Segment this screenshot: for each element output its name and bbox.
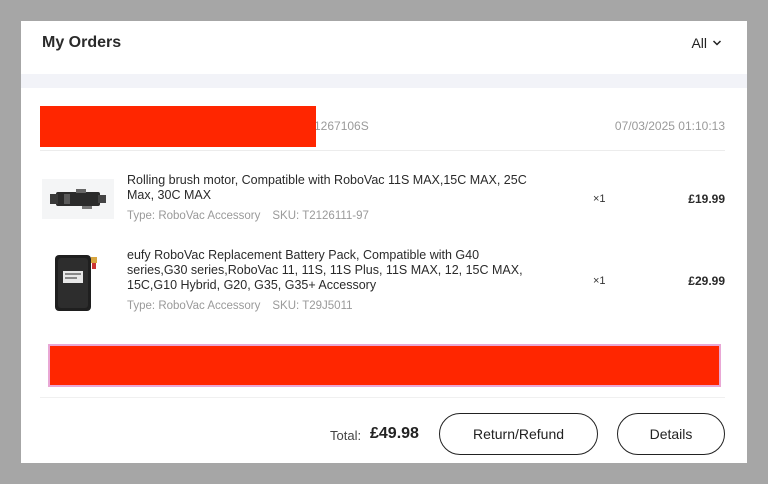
order-date: 07/03/2025 01:10:13 xyxy=(614,119,725,133)
item-name[interactable]: eufy RoboVac Replacement Battery Pack, C… xyxy=(127,248,537,293)
section-divider xyxy=(21,74,747,88)
page-title: My Orders xyxy=(42,34,122,51)
item-quantity: ×1 xyxy=(593,193,606,205)
item-price: £19.99 xyxy=(688,192,725,206)
item-meta: Type: RoboVac Accessory SKU: T2126111-97 xyxy=(127,210,369,222)
item-type: Type: RoboVac Accessory xyxy=(127,210,261,222)
filter-label: All xyxy=(691,35,707,51)
total-label: Total: xyxy=(330,428,362,443)
item-meta: Type: RoboVac Accessory SKU: T29J5011 xyxy=(127,300,353,312)
orders-panel: My Orders All 1267106S 07/03/2025 01:10:… xyxy=(21,21,747,463)
item-type: Type: RoboVac Accessory xyxy=(127,300,261,312)
total-value: £49.98 xyxy=(370,425,419,442)
redaction-block xyxy=(40,106,316,147)
divider xyxy=(40,150,725,151)
item-sku: SKU: T29J5011 xyxy=(272,300,353,312)
order-filter-dropdown[interactable]: All xyxy=(691,35,722,51)
redaction-block xyxy=(48,344,721,387)
order-meta-row: 1267106S 07/03/2025 01:10:13 xyxy=(21,106,747,147)
item-quantity: ×1 xyxy=(593,275,606,287)
chevron-down-icon xyxy=(712,38,722,48)
order-number: 1267106S xyxy=(314,119,369,133)
return-refund-button[interactable]: Return/Refund xyxy=(439,413,598,455)
orders-header: My Orders All xyxy=(21,21,747,66)
item-sku: SKU: T2126111-97 xyxy=(272,210,369,222)
order-footer: Total: £49.98 Return/Refund Details xyxy=(21,407,747,463)
divider xyxy=(40,397,725,398)
item-price: £29.99 xyxy=(688,274,725,288)
motor-product-image[interactable] xyxy=(42,179,114,219)
item-name[interactable]: Rolling brush motor, Compatible with Rob… xyxy=(127,173,537,203)
battery-product-image[interactable] xyxy=(49,249,103,315)
details-button[interactable]: Details xyxy=(617,413,725,455)
